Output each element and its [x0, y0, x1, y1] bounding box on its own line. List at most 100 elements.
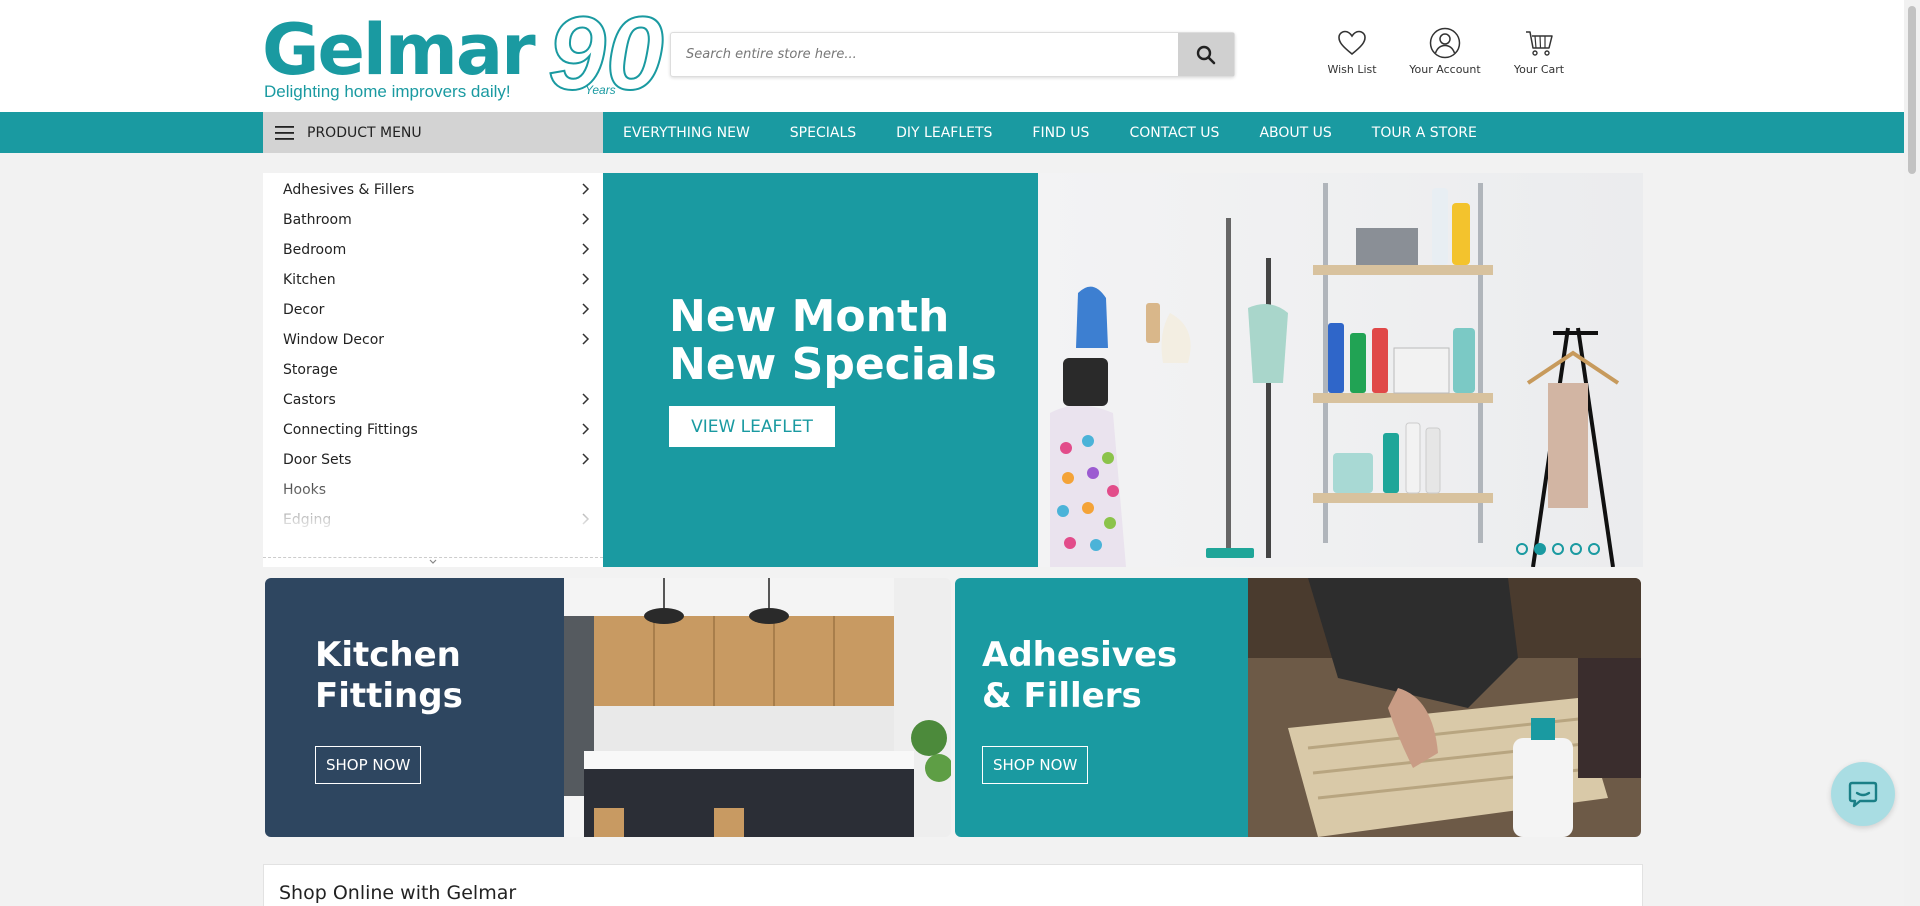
anniversary-word: Years	[585, 83, 616, 97]
nav-tour-a-store[interactable]: TOUR A STORE	[1352, 125, 1497, 141]
wish-list-label: Wish List	[1327, 63, 1377, 76]
slider-dot[interactable]	[1552, 543, 1564, 555]
category-label: Castors	[283, 392, 336, 408]
chevron-right-icon	[582, 393, 590, 405]
category-item[interactable]: Adhesives & Fillers	[263, 175, 603, 205]
chat-bubble-icon	[1848, 781, 1878, 808]
scrollbar-thumb[interactable]	[1908, 6, 1916, 174]
nav-everything-new[interactable]: EVERYTHING NEW	[603, 125, 770, 141]
category-label: Window Decor	[283, 332, 385, 348]
chevron-down-icon	[429, 559, 437, 564]
chevron-right-icon	[582, 333, 590, 345]
site-header: Gelmar Delighting home improvers daily! …	[0, 0, 1904, 112]
shop-online-section: Shop Online with Gelmar	[263, 864, 1643, 906]
chevron-right-icon	[582, 423, 590, 435]
category-item[interactable]: Storage	[263, 355, 603, 385]
promo-title-line1: Kitchen	[315, 635, 461, 675]
promo-panel: Adhesives & Fillers SHOP NOW	[955, 578, 1248, 837]
nav-links: EVERYTHING NEW SPECIALS DIY LEAFLETS FIN…	[603, 112, 1497, 153]
promo-adhesives-fillers[interactable]: Adhesives & Fillers SHOP NOW	[955, 578, 1641, 837]
search-icon	[1196, 45, 1216, 64]
chevron-right-icon	[582, 213, 590, 225]
category-item[interactable]: Door Sets	[263, 445, 603, 475]
nav-specials[interactable]: SPECIALS	[770, 125, 876, 141]
search-bar	[670, 32, 1235, 77]
chevron-right-icon	[582, 183, 590, 195]
shop-now-adhesives-button[interactable]: SHOP NOW	[982, 746, 1089, 784]
category-item[interactable]: Connecting Fittings	[263, 415, 603, 445]
nav-diy-leaflets[interactable]: DIY LEAFLETS	[876, 125, 1012, 141]
shop-now-kitchen-button[interactable]: SHOP NOW	[315, 746, 422, 784]
main-nav: PRODUCT MENU EVERYTHING NEW SPECIALS DIY…	[0, 112, 1904, 153]
category-item[interactable]: Window Decor	[263, 325, 603, 355]
storage-wall-illustration	[1050, 183, 1620, 567]
search-button[interactable]	[1178, 33, 1234, 76]
woodwork-illustration	[1248, 578, 1641, 837]
cart-link[interactable]: Your Cart	[1494, 26, 1584, 76]
hero-image	[1038, 173, 1643, 567]
category-item[interactable]: Bathroom	[263, 205, 603, 235]
category-item[interactable]: Edging	[263, 505, 603, 535]
chevron-right-icon	[582, 513, 590, 525]
kitchen-illustration	[564, 578, 951, 837]
hero-slider[interactable]: New Month New Specials VIEW LEAFLET	[603, 173, 1643, 567]
cart-icon	[1526, 31, 1553, 56]
category-label: Door Sets	[283, 452, 352, 468]
category-scroll-more[interactable]	[263, 557, 603, 567]
category-menu: Adhesives & Fillers Bathroom Bedroom Kit…	[263, 173, 603, 567]
shop-online-heading: Shop Online with Gelmar	[279, 882, 517, 904]
chevron-right-icon	[582, 453, 590, 465]
account-label: Your Account	[1409, 63, 1481, 76]
search-input[interactable]	[671, 33, 1178, 76]
product-menu-toggle[interactable]: PRODUCT MENU	[263, 112, 603, 153]
cart-label: Your Cart	[1513, 63, 1565, 76]
nav-find-us[interactable]: FIND US	[1012, 125, 1109, 141]
slider-dot[interactable]	[1588, 543, 1600, 555]
slider-dot[interactable]	[1570, 543, 1582, 555]
category-label: Kitchen	[283, 272, 336, 288]
category-item[interactable]: Castors	[263, 385, 603, 415]
gelmar-logo[interactable]: Gelmar Delighting home improvers daily! …	[262, 1, 665, 107]
promo-title: Adhesives & Fillers	[982, 635, 1177, 717]
promo-panel: Kitchen Fittings SHOP NOW	[265, 578, 564, 837]
heart-icon	[1338, 30, 1366, 56]
hamburger-icon	[275, 125, 294, 140]
logo-tagline: Delighting home improvers daily!	[264, 82, 511, 101]
category-label: Decor	[283, 302, 325, 318]
hero-text-panel: New Month New Specials VIEW LEAFLET	[603, 173, 1038, 567]
category-label: Hooks	[283, 482, 327, 498]
kitchen-image	[564, 578, 951, 837]
woodwork-image	[1248, 578, 1641, 837]
product-menu-label: PRODUCT MENU	[307, 124, 422, 141]
wish-list-link[interactable]: Wish List	[1307, 26, 1397, 76]
category-label: Edging	[283, 512, 332, 528]
category-item[interactable]: Bedroom	[263, 235, 603, 265]
hero-title: New Month New Specials	[669, 293, 1029, 389]
view-leaflet-button[interactable]: VIEW LEAFLET	[669, 406, 835, 447]
promo-kitchen-fittings[interactable]: Kitchen Fittings SHOP NOW	[265, 578, 951, 837]
category-label: Connecting Fittings	[283, 422, 418, 438]
logo-wordmark: Gelmar	[262, 9, 536, 91]
category-label: Storage	[283, 362, 338, 378]
category-label: Bedroom	[283, 242, 347, 258]
hero-title-line2: New Specials	[669, 339, 997, 390]
chevron-right-icon	[582, 303, 590, 315]
promo-title-line2: Fittings	[315, 676, 463, 716]
slider-dot[interactable]	[1516, 543, 1528, 555]
hero-title-line1: New Month	[669, 291, 950, 342]
promo-title: Kitchen Fittings	[315, 635, 463, 717]
promo-title-line2: & Fillers	[982, 676, 1142, 716]
slider-dot-active[interactable]	[1534, 543, 1546, 555]
chevron-right-icon	[582, 273, 590, 285]
nav-about-us[interactable]: ABOUT US	[1239, 125, 1351, 141]
user-icon	[1429, 27, 1461, 59]
nav-contact-us[interactable]: CONTACT US	[1109, 125, 1239, 141]
promo-title-line1: Adhesives	[982, 635, 1178, 675]
category-item[interactable]: Decor	[263, 295, 603, 325]
category-item[interactable]: Kitchen	[263, 265, 603, 295]
chat-widget-button[interactable]	[1831, 762, 1895, 826]
account-link[interactable]: Your Account	[1400, 26, 1490, 76]
page-scrollbar[interactable]	[1904, 0, 1920, 906]
category-item[interactable]: Hooks	[263, 475, 603, 505]
chevron-right-icon	[582, 243, 590, 255]
